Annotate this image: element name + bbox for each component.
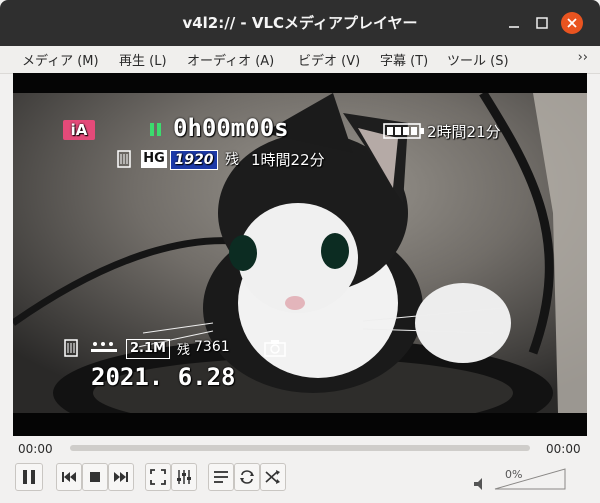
camera-icon bbox=[263, 338, 287, 358]
maximize-icon bbox=[536, 17, 548, 29]
fullscreen-button[interactable] bbox=[145, 463, 171, 491]
remaining-label: 残 bbox=[225, 152, 239, 168]
video-frame: iA 0h00m00s 2時間21分 HG 1920 残 1時間22分 2.1M… bbox=[13, 93, 587, 413]
previous-button[interactable] bbox=[56, 463, 82, 491]
battery-time: 2時間21分 bbox=[427, 123, 501, 141]
fullscreen-icon bbox=[150, 469, 166, 485]
hg-badge: HG bbox=[141, 150, 167, 168]
battery-icon bbox=[383, 123, 425, 139]
menu-bar: メディア (M) 再生 (L) オーディオ (A) ビデオ (V) 字幕 (T)… bbox=[0, 46, 600, 74]
timecode: 0h00m00s bbox=[173, 114, 289, 142]
stop-icon bbox=[90, 472, 100, 482]
equalizer-icon bbox=[177, 470, 191, 484]
volume-mute-button[interactable] bbox=[473, 476, 487, 490]
menu-tools[interactable]: ツール (S) bbox=[447, 50, 509, 69]
stop-button[interactable] bbox=[82, 463, 108, 491]
video-area[interactable]: iA 0h00m00s 2時間21分 HG 1920 残 1時間22分 2.1M… bbox=[13, 73, 587, 436]
volume-slider[interactable] bbox=[494, 468, 566, 490]
elapsed-time: 00:00 bbox=[18, 442, 53, 456]
photo-quality-icon bbox=[91, 340, 121, 356]
menu-audio[interactable]: オーディオ (A) bbox=[187, 50, 274, 69]
photo-size-badge: 2.1M bbox=[126, 339, 170, 359]
resolution-badge: 1920 bbox=[170, 150, 218, 170]
next-button[interactable] bbox=[108, 463, 134, 491]
seek-slider[interactable] bbox=[70, 445, 530, 451]
play-pause-button[interactable] bbox=[15, 463, 43, 491]
remaining-time: 1時間22分 bbox=[251, 151, 325, 169]
mode-badge: iA bbox=[63, 120, 95, 140]
playlist-icon bbox=[214, 471, 228, 483]
minimize-button[interactable] bbox=[504, 13, 524, 33]
title-bar: v4l2:// - VLCメディアプレイヤー bbox=[0, 0, 600, 46]
minimize-icon bbox=[509, 26, 519, 28]
photo-remaining-count: 7361 bbox=[194, 339, 230, 355]
shuffle-icon bbox=[265, 470, 280, 484]
shuffle-button[interactable] bbox=[260, 463, 286, 491]
extended-settings-button[interactable] bbox=[171, 463, 197, 491]
close-icon bbox=[567, 18, 577, 28]
photo-memory-card-icon bbox=[63, 338, 79, 358]
loop-button[interactable] bbox=[234, 463, 260, 491]
skip-forward-icon bbox=[114, 472, 128, 482]
volume-wedge-icon bbox=[494, 468, 566, 490]
close-button[interactable] bbox=[561, 12, 583, 34]
date-stamp: 2021. 6.28 bbox=[91, 363, 236, 391]
maximize-button[interactable] bbox=[532, 13, 552, 33]
photo-remaining-label: 残 bbox=[177, 343, 191, 358]
loop-icon bbox=[240, 470, 254, 484]
record-standby-icon bbox=[149, 122, 162, 137]
menu-subtitle[interactable]: 字幕 (T) bbox=[380, 50, 428, 69]
menu-media[interactable]: メディア (M) bbox=[22, 50, 99, 69]
memory-card-icon bbox=[116, 149, 132, 169]
menu-playback[interactable]: 再生 (L) bbox=[119, 50, 167, 69]
speaker-icon bbox=[474, 478, 482, 490]
menu-video[interactable]: ビデオ (V) bbox=[298, 50, 360, 69]
menu-overflow-icon[interactable]: ›› bbox=[578, 50, 588, 65]
playlist-button[interactable] bbox=[208, 463, 234, 491]
skip-back-icon bbox=[62, 472, 76, 482]
total-time: 00:00 bbox=[546, 442, 581, 456]
pause-icon bbox=[23, 470, 35, 484]
